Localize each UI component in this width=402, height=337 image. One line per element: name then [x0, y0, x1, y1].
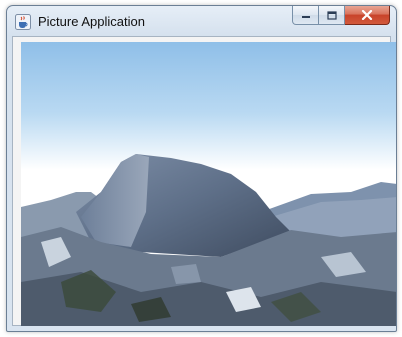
java-cup-icon[interactable] — [15, 14, 31, 30]
minimize-button[interactable] — [292, 6, 319, 25]
close-button[interactable] — [345, 6, 390, 25]
content-pane — [12, 36, 396, 326]
window-title: Picture Application — [38, 14, 145, 29]
mountain-photo — [21, 42, 396, 326]
maximize-icon — [326, 10, 337, 20]
maximize-button[interactable] — [319, 6, 345, 25]
caption-buttons — [292, 6, 390, 26]
close-icon — [361, 10, 373, 20]
minimize-icon — [301, 16, 310, 18]
app-window: Picture Application — [6, 5, 397, 332]
title-bar[interactable]: Picture Application — [7, 6, 396, 36]
